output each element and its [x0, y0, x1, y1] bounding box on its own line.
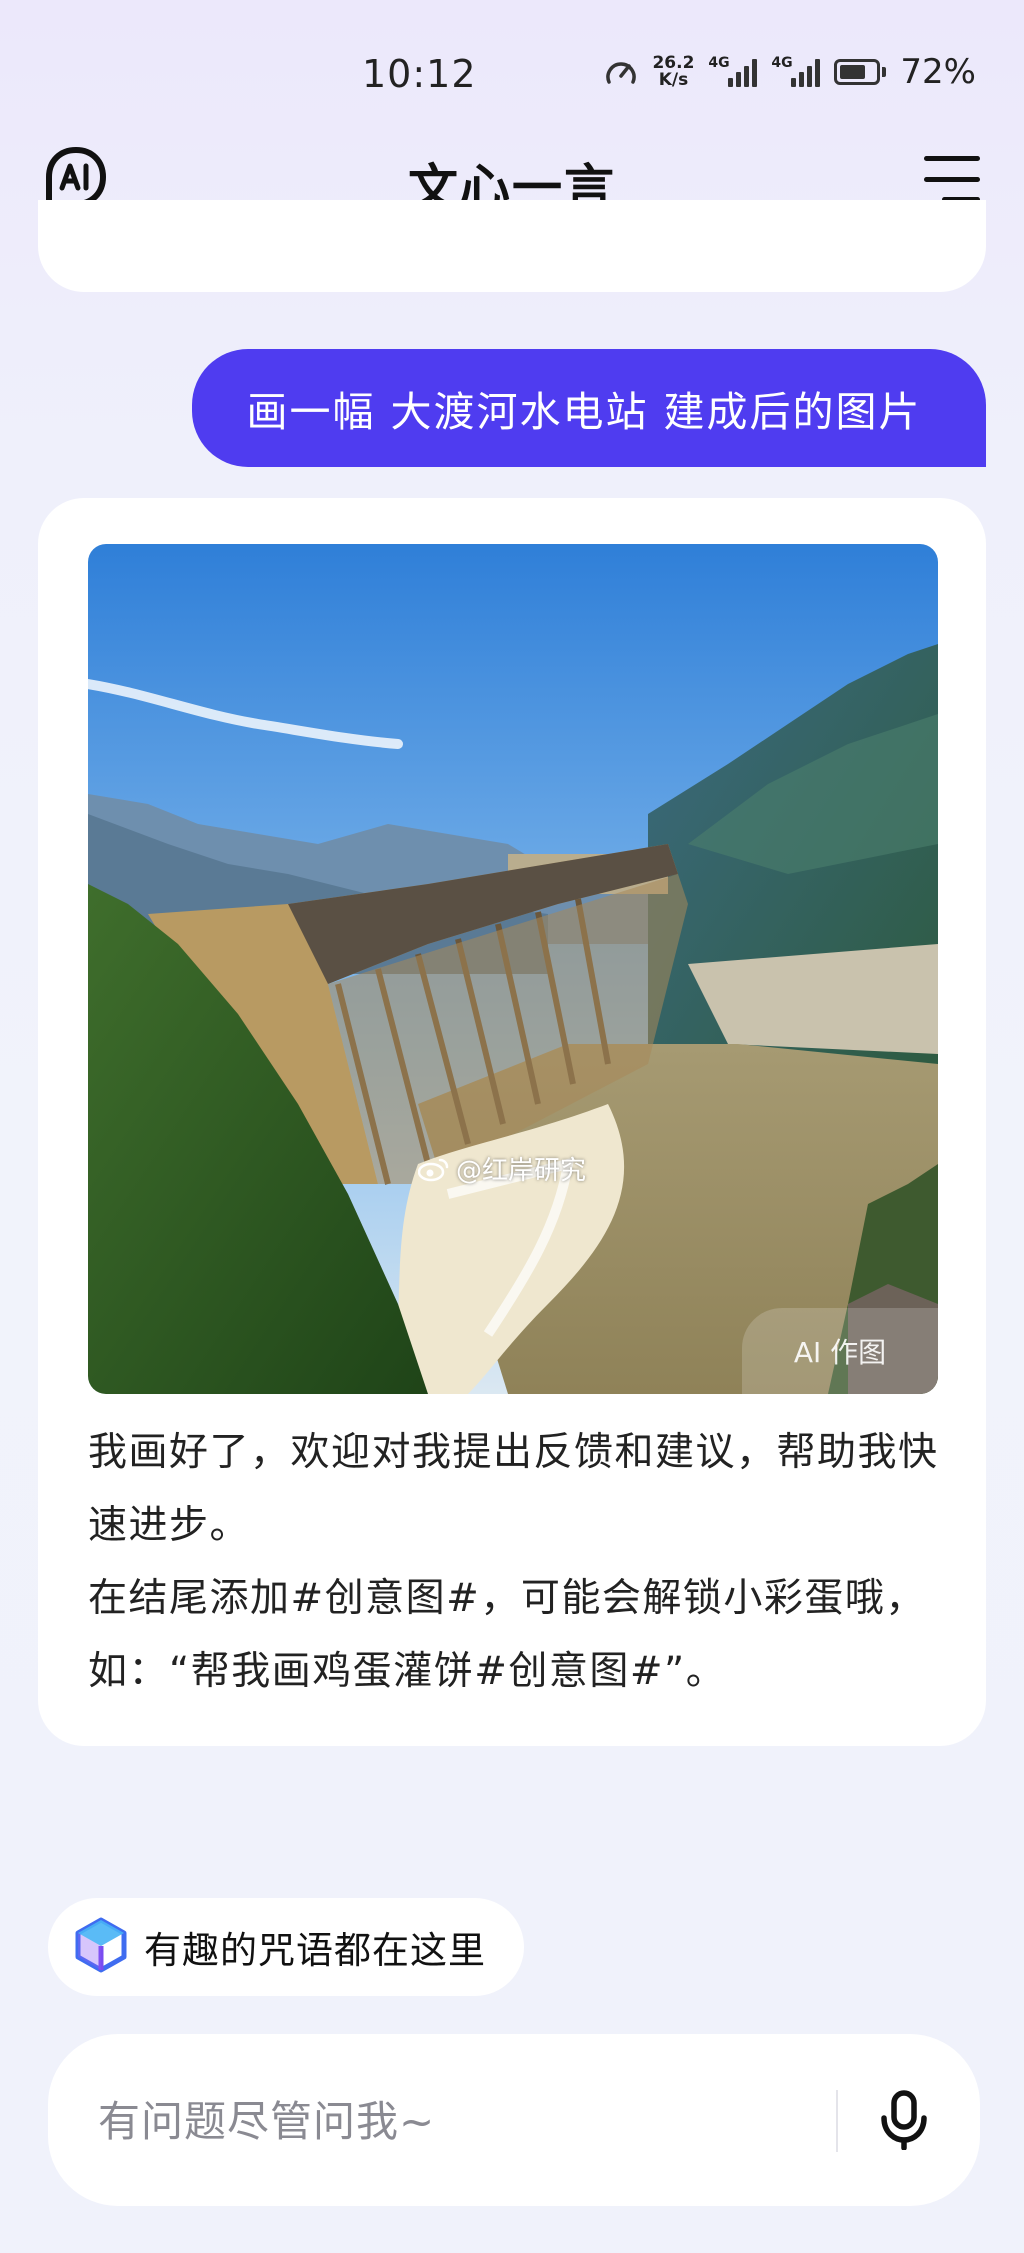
signal-tag-2: 4G: [771, 55, 793, 71]
chat-input[interactable]: [96, 2034, 860, 2208]
microphone-icon[interactable]: [870, 2086, 938, 2154]
cell-signal-icon-1: 4G: [708, 55, 758, 87]
weibo-icon: [418, 1156, 450, 1182]
net-speed-unit: K/s: [658, 70, 689, 90]
response-line: 在结尾添加#创意图#，可能会解锁小彩蛋哦，如：“帮我画鸡蛋灌饼#创意图#”。: [88, 1576, 926, 1694]
signal-tag-1: 4G: [708, 55, 730, 71]
speed-gauge-icon: [606, 62, 637, 84]
prompt-chip-label: 有趣的咒语都在这里: [144, 1929, 486, 1972]
user-message-bubble[interactable]: 画一幅 大渡河水电站 建成后的图片: [192, 349, 986, 467]
input-divider: [836, 2090, 838, 2152]
previous-message-card: [38, 200, 986, 292]
ai-image-badge: AI 作图: [742, 1308, 938, 1394]
battery-percent: 72%: [900, 52, 976, 92]
assistant-response-card: @红岸研究 AI 作图 我画好了，欢迎对我提出反馈和建议，帮助我快速进步。 在结…: [38, 498, 986, 1746]
cube-icon: [74, 1917, 128, 1977]
response-line: 我画好了，欢迎对我提出反馈和建议，帮助我快速进步。: [88, 1430, 939, 1548]
generated-image[interactable]: @红岸研究 AI 作图: [88, 544, 938, 1394]
battery-icon: [834, 59, 887, 85]
image-watermark: @红岸研究: [418, 1150, 586, 1187]
image-watermark-text: @红岸研究: [456, 1156, 587, 1186]
chat-input-bar: [48, 2034, 980, 2208]
user-message-text: 画一幅 大渡河水电站 建成后的图片: [246, 388, 922, 436]
net-speed: 26.2 K/s: [652, 55, 694, 89]
status-icons: 26.2 K/s 4G 4G 72%: [604, 52, 976, 92]
prompt-suggestions-chip[interactable]: 有趣的咒语都在这里: [48, 1898, 524, 1996]
cell-signal-icon-2: 4G: [771, 55, 821, 87]
menu-icon[interactable]: [924, 156, 980, 202]
response-text: 我画好了，欢迎对我提出反馈和建议，帮助我快速进步。 在结尾添加#创意图#，可能会…: [88, 1416, 948, 1708]
status-bar: 10:12 26.2 K/s 4G 4G 72%: [0, 0, 1024, 150]
status-time: 10:12: [362, 52, 477, 96]
